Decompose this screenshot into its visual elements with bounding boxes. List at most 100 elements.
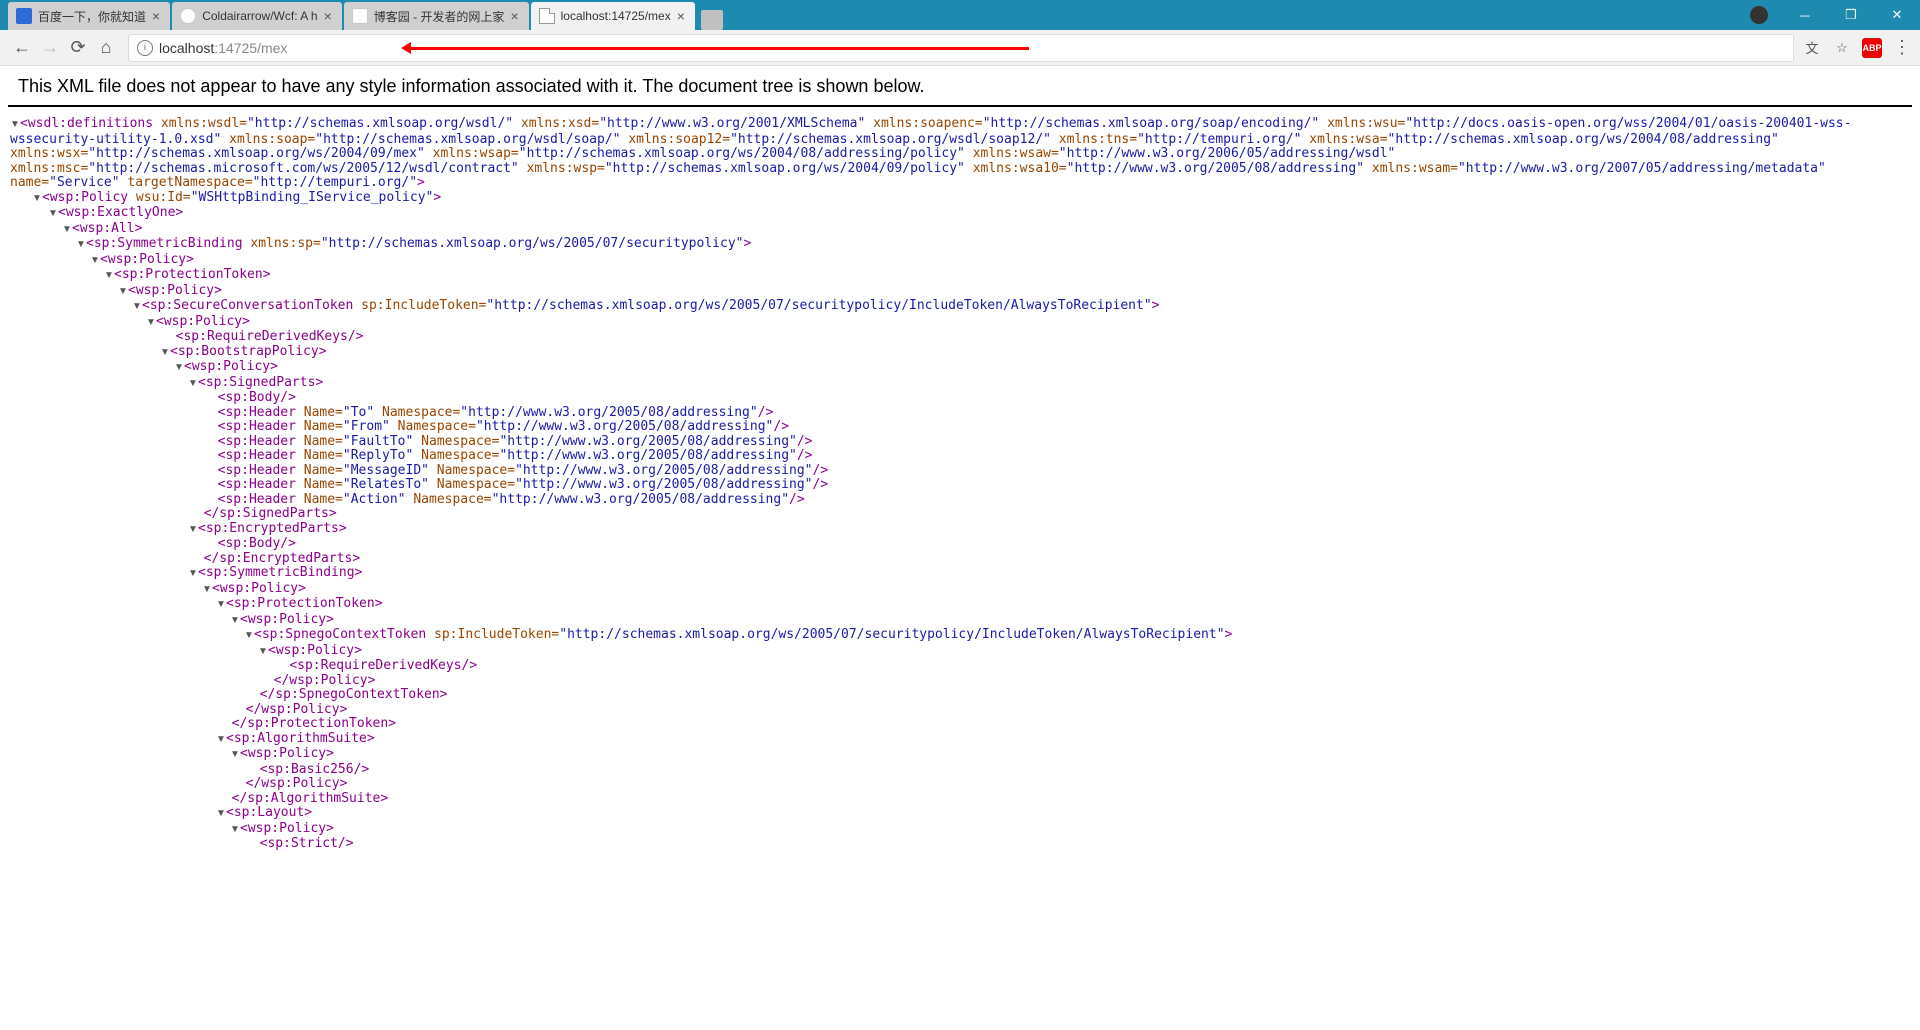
reload-button[interactable]: ⟳ bbox=[64, 34, 92, 62]
bookmark-icon[interactable]: ☆ bbox=[1832, 38, 1852, 58]
xml-node: <sp:Header Name="ReplyTo" Namespace="htt… bbox=[10, 449, 1910, 464]
new-tab-button[interactable] bbox=[701, 10, 723, 30]
forward-button[interactable]: → bbox=[36, 34, 64, 62]
toggle-icon[interactable]: ▼ bbox=[48, 207, 58, 222]
tab-label: Coldairarrow/Wcf: A h bbox=[202, 9, 317, 23]
xml-node[interactable]: ▼<sp:ProtectionToken> bbox=[10, 597, 1910, 613]
xml-node: </wsp:Policy> bbox=[10, 674, 1910, 689]
toggle-icon[interactable]: ▼ bbox=[258, 645, 268, 660]
translate-icon[interactable]: 文 bbox=[1802, 38, 1822, 58]
minimize-button[interactable]: ─ bbox=[1782, 0, 1828, 30]
xml-node: </wsp:Policy> bbox=[10, 703, 1910, 718]
toggle-icon[interactable]: ▼ bbox=[104, 269, 114, 284]
toggle-icon[interactable]: ▼ bbox=[32, 192, 42, 207]
toggle-icon[interactable]: ▼ bbox=[132, 300, 142, 315]
xml-node[interactable]: ▼<sp:SecureConversationToken sp:IncludeT… bbox=[10, 299, 1910, 315]
toggle-icon[interactable]: ▼ bbox=[62, 223, 72, 238]
xml-node[interactable]: ▼<wsp:Policy wsu:Id="WSHttpBinding_IServ… bbox=[10, 191, 1910, 207]
toggle-icon[interactable]: ▼ bbox=[10, 118, 20, 133]
xml-node[interactable]: ▼<sp:SymmetricBinding> bbox=[10, 566, 1910, 582]
xml-node[interactable]: ▼<wsp:Policy> bbox=[10, 822, 1910, 838]
xml-node: </sp:SpnegoContextToken> bbox=[10, 688, 1910, 703]
toggle-icon[interactable]: ▼ bbox=[76, 238, 86, 253]
url-path: :14725/mex bbox=[214, 40, 287, 56]
xml-node: <sp:Strict/> bbox=[10, 837, 1910, 852]
xml-node[interactable]: ▼<wsp:Policy> bbox=[10, 315, 1910, 331]
xml-node[interactable]: ▼<wsp:Policy> bbox=[10, 644, 1910, 660]
xml-node: </sp:EncryptedParts> bbox=[10, 552, 1910, 567]
favicon bbox=[180, 8, 196, 24]
tab-baidu[interactable]: 百度一下，你就知道× bbox=[8, 2, 170, 30]
home-button[interactable]: ⌂ bbox=[92, 34, 120, 62]
toggle-icon[interactable]: ▼ bbox=[216, 807, 226, 822]
toggle-icon[interactable]: ▼ bbox=[216, 733, 226, 748]
window-controls: ─ ❐ ✕ bbox=[1736, 0, 1920, 30]
address-bar[interactable]: i localhost:14725/mex bbox=[128, 34, 1794, 62]
toggle-icon[interactable]: ▼ bbox=[118, 285, 128, 300]
site-info-icon[interactable]: i bbox=[137, 40, 153, 56]
user-button[interactable] bbox=[1736, 0, 1782, 30]
toggle-icon[interactable]: ▼ bbox=[230, 614, 240, 629]
xml-node: <sp:Header Name="RelatesTo" Namespace="h… bbox=[10, 478, 1910, 493]
xml-tree: ▼<wsdl:definitions xmlns:wsdl="http://sc… bbox=[0, 107, 1920, 872]
xml-node: <sp:Header Name="Action" Namespace="http… bbox=[10, 493, 1910, 508]
titlebar: 百度一下，你就知道× Coldairarrow/Wcf: A h × 博客园 - … bbox=[0, 0, 1920, 30]
close-icon[interactable]: × bbox=[510, 8, 518, 24]
tab-github[interactable]: Coldairarrow/Wcf: A h × bbox=[172, 2, 342, 30]
xml-node[interactable]: ▼<wsp:All> bbox=[10, 222, 1910, 238]
xml-node[interactable]: ▼<sp:EncryptedParts> bbox=[10, 522, 1910, 538]
xml-node[interactable]: ▼<sp:Layout> bbox=[10, 806, 1910, 822]
back-button[interactable]: ← bbox=[8, 34, 36, 62]
toggle-icon[interactable]: ▼ bbox=[216, 598, 226, 613]
tab-cnblogs[interactable]: 博客园 - 开发者的网上家× bbox=[344, 2, 529, 30]
xml-node: <sp:Header Name="MessageID" Namespace="h… bbox=[10, 464, 1910, 479]
menu-button[interactable]: ⋮ bbox=[1892, 38, 1912, 58]
favicon bbox=[352, 8, 368, 24]
xml-node[interactable]: ▼<wsp:ExactlyOne> bbox=[10, 206, 1910, 222]
tab-label: localhost:14725/mex bbox=[561, 9, 671, 23]
toggle-icon[interactable]: ▼ bbox=[188, 567, 198, 582]
toggle-icon[interactable]: ▼ bbox=[230, 823, 240, 838]
xml-node[interactable]: ▼<wsp:Policy> bbox=[10, 747, 1910, 763]
xml-node[interactable]: ▼<sp:BootstrapPolicy> bbox=[10, 345, 1910, 361]
url-host: localhost bbox=[159, 40, 214, 56]
abp-extension-icon[interactable]: ABP bbox=[1862, 38, 1882, 58]
toggle-icon[interactable]: ▼ bbox=[188, 523, 198, 538]
toggle-icon[interactable]: ▼ bbox=[90, 254, 100, 269]
xml-node: <sp:Header Name="FaultTo" Namespace="htt… bbox=[10, 435, 1910, 450]
close-icon[interactable]: × bbox=[324, 8, 332, 24]
xml-node[interactable]: ▼<sp:SpnegoContextToken sp:IncludeToken=… bbox=[10, 628, 1910, 644]
toolbar-right: 文 ☆ ABP ⋮ bbox=[1802, 38, 1912, 58]
close-window-button[interactable]: ✕ bbox=[1874, 0, 1920, 30]
xml-node: </sp:ProtectionToken> bbox=[10, 717, 1910, 732]
tab-strip: 百度一下，你就知道× Coldairarrow/Wcf: A h × 博客园 - … bbox=[0, 0, 723, 30]
xml-node[interactable]: ▼<sp:SignedParts> bbox=[10, 376, 1910, 392]
toggle-icon[interactable]: ▼ bbox=[146, 316, 156, 331]
xml-node[interactable]: ▼<wsp:Policy> bbox=[10, 360, 1910, 376]
xml-node[interactable]: ▼<sp:ProtectionToken> bbox=[10, 268, 1910, 284]
favicon bbox=[16, 8, 32, 24]
toggle-icon[interactable]: ▼ bbox=[202, 583, 212, 598]
toggle-icon[interactable]: ▼ bbox=[174, 361, 184, 376]
toggle-icon[interactable]: ▼ bbox=[188, 377, 198, 392]
xml-node: </sp:SignedParts> bbox=[10, 507, 1910, 522]
xml-node[interactable]: ▼<wsp:Policy> bbox=[10, 582, 1910, 598]
xml-node[interactable]: ▼<sp:SymmetricBinding xmlns:sp="http://s… bbox=[10, 237, 1910, 253]
xml-node[interactable]: ▼<sp:AlgorithmSuite> bbox=[10, 732, 1910, 748]
xml-node[interactable]: ▼<wsp:Policy> bbox=[10, 253, 1910, 269]
toggle-icon[interactable]: ▼ bbox=[230, 748, 240, 763]
close-icon[interactable]: × bbox=[152, 8, 160, 24]
toggle-icon[interactable]: ▼ bbox=[160, 346, 170, 361]
xml-node: <sp:Basic256/> bbox=[10, 763, 1910, 778]
xml-node[interactable]: ▼<wsp:Policy> bbox=[10, 284, 1910, 300]
xml-node[interactable]: ▼<wsp:Policy> bbox=[10, 613, 1910, 629]
xml-node: <sp:RequireDerivedKeys/> bbox=[10, 659, 1910, 674]
xml-node: <sp:Body/> bbox=[10, 537, 1910, 552]
toggle-icon[interactable]: ▼ bbox=[244, 629, 254, 644]
xml-node: <sp:Header Name="To" Namespace="http://w… bbox=[10, 406, 1910, 421]
tab-localhost[interactable]: localhost:14725/mex × bbox=[531, 2, 695, 30]
xml-node: <sp:Body/> bbox=[10, 391, 1910, 406]
xml-node[interactable]: ▼<wsdl:definitions xmlns:wsdl="http://sc… bbox=[10, 117, 1910, 191]
close-icon[interactable]: × bbox=[677, 8, 685, 24]
maximize-button[interactable]: ❐ bbox=[1828, 0, 1874, 30]
